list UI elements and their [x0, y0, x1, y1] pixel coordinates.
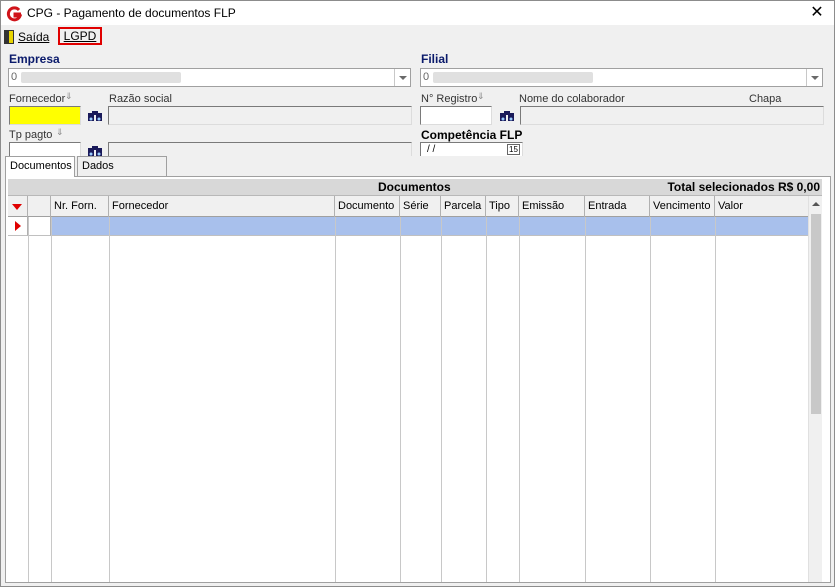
select-column-header[interactable]	[28, 196, 51, 217]
exit-door-icon	[4, 29, 14, 44]
chevron-down-icon[interactable]	[806, 69, 822, 86]
binoculars-icon[interactable]	[87, 108, 103, 122]
grid-title: Documentos	[378, 180, 451, 194]
grid-divider	[28, 217, 29, 582]
registro-label: N° Registro	[421, 93, 478, 105]
col-vencimento[interactable]: Vencimento	[650, 196, 715, 217]
lookup-hint-icon: ⇓	[56, 127, 64, 137]
fornecedor-input[interactable]	[9, 106, 81, 125]
table-row[interactable]	[8, 217, 808, 236]
window-title: CPG - Pagamento de documentos FLP	[27, 6, 236, 20]
grid-divider	[486, 217, 487, 582]
exit-label: Saída	[18, 29, 50, 44]
col-emissao[interactable]: Emissão	[519, 196, 585, 217]
tp-pagto-description	[108, 142, 412, 156]
grid-header-bar: Documentos Total selecionados R$ 0,00	[8, 179, 822, 196]
grid-divider	[715, 217, 716, 582]
tab-dados-bancarios[interactable]: Dados bancários	[77, 156, 167, 190]
col-nr-forn[interactable]: Nr. Forn.	[51, 196, 109, 217]
chevron-down-icon[interactable]	[394, 69, 410, 86]
filial-value: 0	[423, 71, 430, 83]
filial-select[interactable]: 0	[420, 68, 823, 87]
razao-social-label: Razão social	[109, 93, 172, 105]
col-parcela[interactable]: Parcela	[441, 196, 486, 217]
scroll-up-icon[interactable]	[809, 196, 823, 213]
competencia-label: Competência FLP	[421, 128, 523, 142]
tab-documentos[interactable]: Documentos	[5, 156, 75, 177]
col-documento[interactable]: Documento	[335, 196, 400, 217]
title-bar: CPG - Pagamento de documentos FLP ✕	[1, 1, 834, 25]
filial-redacted	[433, 72, 593, 83]
grid-divider	[109, 217, 110, 582]
chapa-label: Chapa	[749, 93, 782, 105]
grid-divider	[519, 217, 520, 582]
empresa-value: 0	[11, 71, 18, 83]
empresa-redacted	[21, 72, 181, 83]
exit-menu-item[interactable]: Saída	[4, 28, 49, 45]
app-logo-icon	[6, 6, 22, 22]
col-valor[interactable]: Valor	[715, 196, 808, 217]
nome-colaborador-label: Nome do colaborador	[519, 93, 625, 105]
nome-colaborador-field	[520, 106, 824, 125]
scroll-thumb[interactable]	[811, 214, 821, 414]
empresa-label: Empresa	[9, 52, 60, 66]
sort-down-icon	[12, 204, 22, 210]
lgpd-menu-item[interactable]: LGPD	[58, 27, 102, 45]
vertical-scrollbar[interactable]	[808, 196, 822, 582]
grid-divider	[51, 217, 52, 582]
empresa-select[interactable]: 0	[8, 68, 411, 87]
grid-divider	[650, 217, 651, 582]
tp-pagto-label: Tp pagto	[9, 129, 53, 141]
col-entrada[interactable]: Entrada	[585, 196, 650, 217]
lookup-hint-icon: ⇓	[65, 91, 73, 101]
competencia-value: / /	[427, 144, 436, 155]
row-select-cell[interactable]	[28, 217, 51, 236]
binoculars-icon[interactable]	[87, 143, 103, 157]
main-window: CPG - Pagamento de documentos FLP ✕ Saíd…	[0, 0, 835, 587]
fornecedor-label: Fornecedor	[9, 93, 66, 105]
tp-pagto-input[interactable]	[9, 142, 81, 156]
grid-divider	[441, 217, 442, 582]
row-pointer-icon	[8, 217, 28, 236]
grid-divider	[400, 217, 401, 582]
lookup-hint-icon: ⇓	[477, 91, 485, 101]
registro-input[interactable]	[420, 106, 492, 125]
row-selected-cells[interactable]	[51, 217, 808, 236]
calendar-icon[interactable]: 15	[507, 144, 520, 155]
total-selected: Total selecionados R$ 0,00	[667, 180, 820, 194]
sort-column[interactable]	[8, 196, 28, 217]
close-icon[interactable]: ✕	[809, 4, 825, 22]
menu-bar: Saída LGPD	[1, 26, 834, 46]
documents-grid: Documentos Total selecionados R$ 0,00 Nr…	[5, 176, 831, 583]
col-tipo[interactable]: Tipo	[486, 196, 519, 217]
grid-divider	[585, 217, 586, 582]
competencia-date-input[interactable]: / / 15	[420, 142, 523, 156]
razao-social-field	[108, 106, 412, 125]
grid-divider	[335, 217, 336, 582]
col-fornecedor[interactable]: Fornecedor	[109, 196, 335, 217]
grid-column-header: Nr. Forn. Fornecedor Documento Série Par…	[8, 196, 808, 217]
binoculars-icon[interactable]	[499, 108, 515, 122]
col-serie[interactable]: Série	[400, 196, 441, 217]
filial-label: Filial	[421, 52, 449, 66]
